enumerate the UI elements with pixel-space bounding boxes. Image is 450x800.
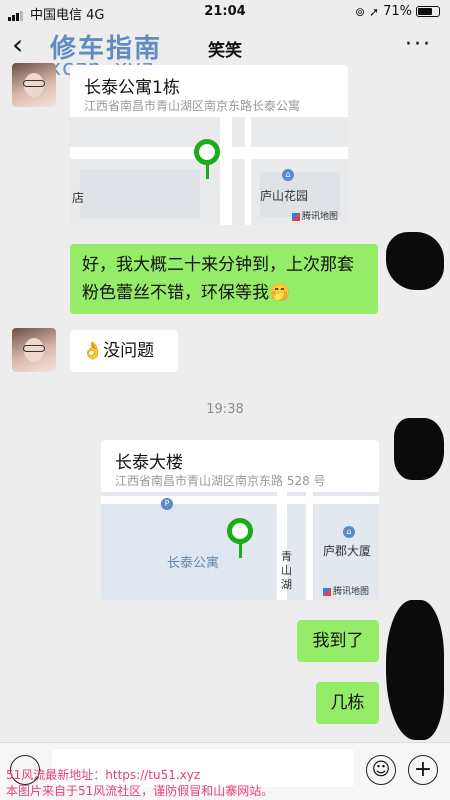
location-card[interactable]: 长泰大楼 江西省南昌市青山湖区南京东路 528 号 P 长泰公寓 青山湖 ⌂ 庐… xyxy=(101,440,379,600)
message-text: 好，我大概二十来分钟到，上次那套粉色蕾丝不错，环保等我🤭 xyxy=(82,255,354,303)
location-arrow-icon: ➚ xyxy=(369,4,380,19)
more-options-icon[interactable]: ··· xyxy=(405,32,432,57)
location-card[interactable]: 长泰公寓1栋 江西省南昌市青山湖区南京东路长泰公寓 ⌂ 庐山花园 店 腾讯地图 xyxy=(70,65,348,225)
map-preview: P 长泰公寓 青山湖 ⌂ 庐郡大厦 腾讯地图 xyxy=(101,492,379,600)
location-name: 长泰公寓1栋 xyxy=(84,78,180,98)
location-name: 长泰大楼 xyxy=(115,453,183,473)
poi-label: 庐郡大厦 xyxy=(323,544,372,558)
poi-icon: P xyxy=(161,498,173,510)
overlay-text-line2: 本图片来自于51风流社区，谨防假冒和山寨网站。 xyxy=(6,784,274,798)
road-label: 青山湖 xyxy=(281,550,292,591)
location-address: 江西省南昌市青山湖区南京东路长泰公寓 xyxy=(84,99,301,113)
sent-message-bubble[interactable]: 好，我大概二十来分钟到，上次那套粉色蕾丝不错，环保等我🤭 xyxy=(70,244,378,314)
status-bar: 中国电信 4G 21:04 ⊚ ➚ 71% xyxy=(0,0,450,24)
redacted-avatar xyxy=(386,232,444,290)
sent-message-bubble[interactable]: 几栋 xyxy=(316,682,379,724)
contact-avatar[interactable] xyxy=(12,328,56,372)
contact-avatar[interactable] xyxy=(12,63,56,107)
plus-icon[interactable]: + xyxy=(408,755,438,785)
battery-percent: 71% xyxy=(383,4,412,19)
location-address: 江西省南昌市青山湖区南京东路 528 号 xyxy=(115,474,326,488)
map-preview: ⌂ 庐山花园 店 腾讯地图 xyxy=(70,117,348,225)
ok-hand-emoji: 👌 xyxy=(82,341,104,361)
poi-icon: ⌂ xyxy=(343,526,355,538)
sent-message-bubble[interactable]: 我到了 xyxy=(297,620,379,662)
map-provider: 腾讯地图 xyxy=(292,209,338,222)
message-timestamp: 19:38 xyxy=(206,402,244,417)
battery-icon xyxy=(416,6,440,17)
received-message-bubble[interactable]: 👌没问题 xyxy=(70,330,178,372)
redacted-avatar xyxy=(394,418,444,480)
map-provider: 腾讯地图 xyxy=(323,584,369,597)
message-text: 我到了 xyxy=(312,631,364,651)
message-text: 几栋 xyxy=(330,693,365,713)
orientation-lock-icon: ⊚ xyxy=(354,4,366,19)
emoji-icon[interactable]: ☺ xyxy=(366,755,396,785)
map-area-label: 长泰公寓 xyxy=(167,556,220,571)
message-text: 没问题 xyxy=(103,341,155,361)
poi-icon: ⌂ xyxy=(282,169,294,181)
poi-label: 庐山花园 xyxy=(260,189,309,203)
map-edge-label: 店 xyxy=(72,191,85,205)
location-pin-icon xyxy=(194,139,220,165)
location-pin-icon xyxy=(227,518,253,544)
overlay-text-line1: 51风流最新地址：https://tu51.xyz xyxy=(6,768,201,782)
redacted-avatar xyxy=(386,600,444,740)
